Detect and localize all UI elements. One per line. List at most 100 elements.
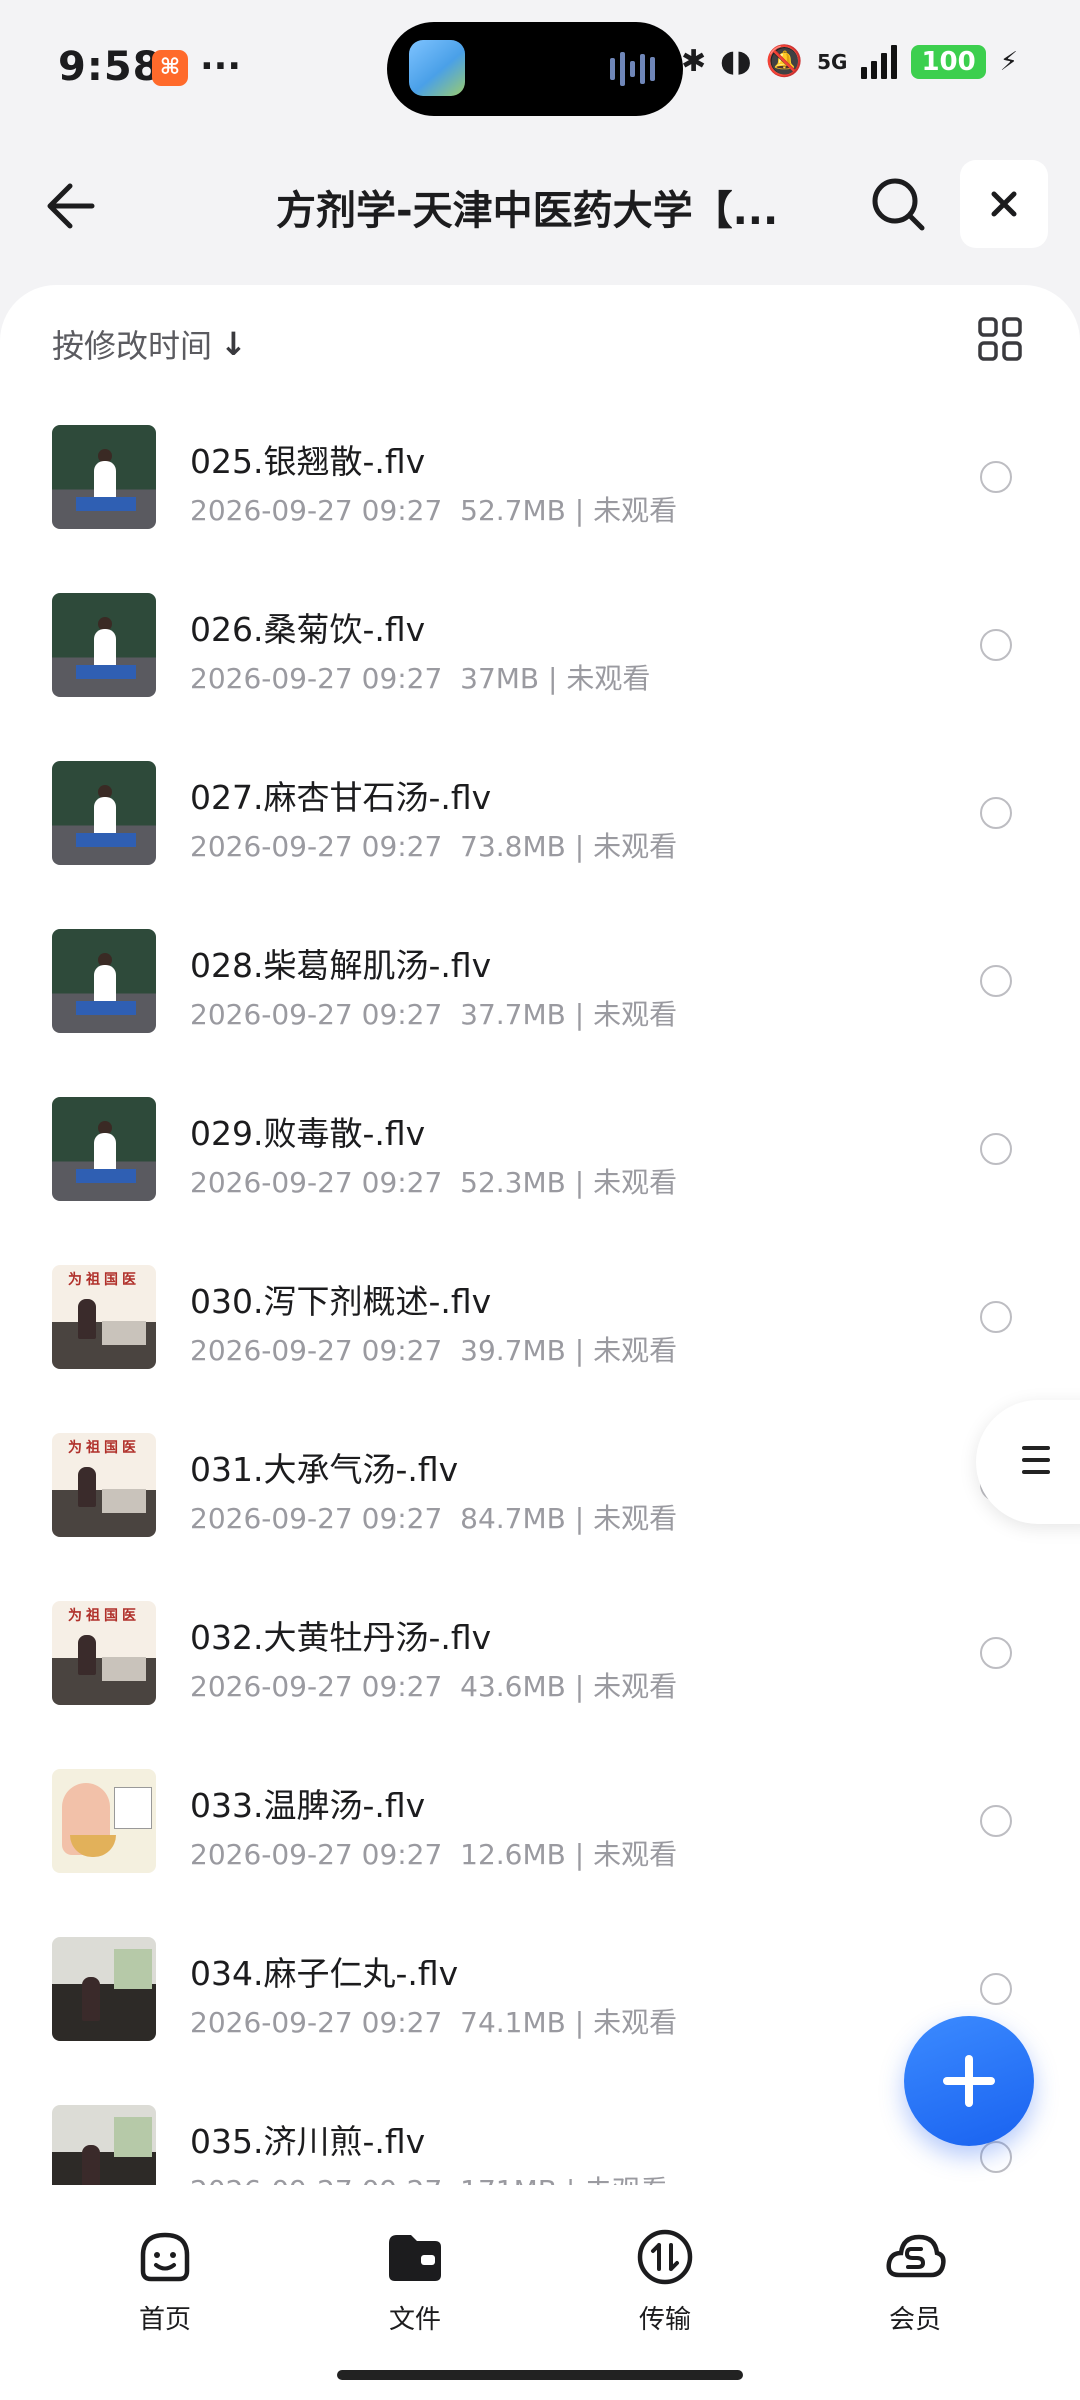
select-checkbox[interactable] [980, 629, 1012, 661]
select-checkbox[interactable] [980, 1637, 1012, 1669]
file-meta: 2026-09-27 09:27 74.1MB | 未观看 [190, 2001, 677, 2041]
tab-files[interactable]: 文件 [345, 2225, 485, 2336]
earbuds-icon: ◖◗ [720, 44, 752, 79]
watch-status: 未观看 [593, 1166, 678, 1199]
close-button[interactable] [960, 160, 1048, 248]
file-meta: 2026-09-27 09:27 84.7MB | 未观看 [190, 1497, 677, 1537]
file-meta: 2026-09-27 09:27 43.6MB | 未观看 [190, 1665, 677, 1705]
file-size: 43.6MB [460, 1670, 566, 1703]
file-name: 026.桑菊饮-.flv [190, 610, 426, 649]
file-row[interactable]: 029.败毒散-.flv 2026-09-27 09:27 52.3MB | 未观… [0, 1077, 1080, 1245]
tab-vip[interactable]: 会员 [845, 2225, 985, 2336]
file-date: 2026-09-27 09:27 [190, 1670, 443, 1703]
video-thumbnail [52, 425, 156, 529]
file-row[interactable]: 为祖国医 030.泻下剂概述-.flv 2026-09-27 09:27 39.7M… [0, 1245, 1080, 1413]
file-meta: 2026-09-27 09:27 73.8MB | 未观看 [190, 825, 677, 865]
network-label: 5G [817, 49, 848, 74]
file-size: 74.1MB [460, 2006, 566, 2039]
file-size: 12.6MB [460, 1838, 566, 1871]
add-button[interactable] [904, 2016, 1034, 2146]
video-thumbnail [52, 1769, 156, 1873]
file-name: 028.柴葛解肌汤-.flv [190, 946, 492, 985]
sort-label: 按修改时间 [52, 327, 213, 365]
file-row[interactable]: 为祖国医 032.大黄牡丹汤-.flv 2026-09-27 09:27 43.6M… [0, 1581, 1080, 1749]
island-app-icon [409, 40, 465, 96]
app-header: 方剂学-天津中医药大学【... [0, 140, 1080, 270]
audio-wave-icon [610, 52, 655, 86]
file-date: 2026-09-27 09:27 [190, 1502, 443, 1535]
file-date: 2026-09-27 09:27 [190, 1166, 443, 1199]
file-name: 033.温脾汤-.flv [190, 1786, 426, 1825]
menu-icon [1022, 1446, 1050, 1482]
watch-status: 未观看 [593, 1670, 678, 1703]
thumbnail-sign-text: 为祖国医 [68, 1608, 140, 1624]
video-thumbnail: 为祖国医 [52, 1601, 156, 1705]
meta-separator: | [565, 494, 594, 527]
more-notifications-icon: ··· [200, 46, 242, 87]
status-time: 9:58 [58, 44, 162, 90]
file-size: 37MB [460, 662, 540, 695]
watch-status: 未观看 [593, 830, 678, 863]
tab-vip-label: 会员 [888, 2305, 941, 2335]
select-checkbox[interactable] [980, 1133, 1012, 1165]
file-size: 37.7MB [460, 998, 566, 1031]
file-meta: 2026-09-27 09:27 37MB | 未观看 [190, 657, 650, 697]
file-row[interactable]: 028.柴葛解肌汤-.flv 2026-09-27 09:27 37.7MB | … [0, 909, 1080, 1077]
video-thumbnail [52, 929, 156, 1033]
sort-selector[interactable]: 按修改时间 ↓ [52, 321, 247, 367]
select-checkbox[interactable] [980, 1301, 1012, 1333]
home-indicator[interactable] [337, 2370, 743, 2380]
search-icon[interactable] [868, 174, 928, 234]
dynamic-island[interactable] [387, 22, 683, 116]
meta-separator: | [565, 1334, 594, 1367]
folder-icon [389, 2235, 441, 2281]
file-name: 025.银翘散-.flv [190, 442, 426, 481]
file-row[interactable]: 025.银翘散-.flv 2026-09-27 09:27 52.7MB | 未观… [0, 405, 1080, 573]
select-checkbox[interactable] [980, 1805, 1012, 1837]
bottom-tab-bar: 首页 文件 传输 会员 [0, 2185, 1080, 2400]
file-name: 032.大黄牡丹汤-.flv [190, 1618, 492, 1657]
grid-view-icon[interactable] [976, 315, 1024, 363]
meta-separator: | [565, 998, 594, 1031]
video-thumbnail: 为祖国医 [52, 1265, 156, 1369]
file-row[interactable]: 033.温脾汤-.flv 2026-09-27 09:27 12.6MB | 未观… [0, 1749, 1080, 1917]
file-list-panel: 按修改时间 ↓ 025.银翘散-.flv 2026-09-27 09:27 52.… [0, 285, 1080, 2209]
file-date: 2026-09-27 09:27 [190, 662, 443, 695]
charging-icon: ⚡ [999, 46, 1018, 77]
select-checkbox[interactable] [980, 461, 1012, 493]
file-row[interactable]: 027.麻杏甘石汤-.flv 2026-09-27 09:27 73.8MB | … [0, 741, 1080, 909]
signal-icon [861, 44, 898, 79]
meta-separator: | [565, 1838, 594, 1871]
select-checkbox[interactable] [980, 965, 1012, 997]
watch-status: 未观看 [593, 1838, 678, 1871]
file-date: 2026-09-27 09:27 [190, 494, 443, 527]
watch-status: 未观看 [566, 662, 651, 695]
back-arrow-icon[interactable] [40, 176, 100, 236]
tab-home[interactable]: 首页 [95, 2225, 235, 2336]
file-row[interactable]: 026.桑菊饮-.flv 2026-09-27 09:27 37MB | 未观看 [0, 573, 1080, 741]
video-thumbnail [52, 1937, 156, 2041]
mute-icon: 🔕 [765, 44, 804, 79]
select-checkbox[interactable] [980, 2141, 1012, 2173]
file-date: 2026-09-27 09:27 [190, 1838, 443, 1871]
bluetooth-icon: ✱ [680, 44, 707, 79]
file-size: 73.8MB [460, 830, 566, 863]
file-meta: 2026-09-27 09:27 12.6MB | 未观看 [190, 1833, 677, 1873]
transfer-icon [637, 2229, 693, 2285]
file-name: 029.败毒散-.flv [190, 1114, 426, 1153]
file-meta: 2026-09-27 09:27 37.7MB | 未观看 [190, 993, 677, 1033]
select-checkbox[interactable] [980, 797, 1012, 829]
select-checkbox[interactable] [980, 1973, 1012, 2005]
tab-transfer[interactable]: 传输 [595, 2225, 735, 2336]
watch-status: 未观看 [593, 2006, 678, 2039]
video-thumbnail [52, 1097, 156, 1201]
file-date: 2026-09-27 09:27 [190, 1334, 443, 1367]
video-thumbnail [52, 593, 156, 697]
thumbnail-sign-text: 为祖国医 [68, 1440, 140, 1456]
file-name: 031.大承气汤-.flv [190, 1450, 459, 1489]
meta-separator: | [565, 1502, 594, 1535]
file-row[interactable]: 为祖国医 031.大承气汤-.flv 2026-09-27 09:27 84.7MB… [0, 1413, 1080, 1581]
file-list: 025.银翘散-.flv 2026-09-27 09:27 52.7MB | 未观… [0, 405, 1080, 2253]
file-meta: 2026-09-27 09:27 52.3MB | 未观看 [190, 1161, 677, 1201]
file-date: 2026-09-27 09:27 [190, 998, 443, 1031]
